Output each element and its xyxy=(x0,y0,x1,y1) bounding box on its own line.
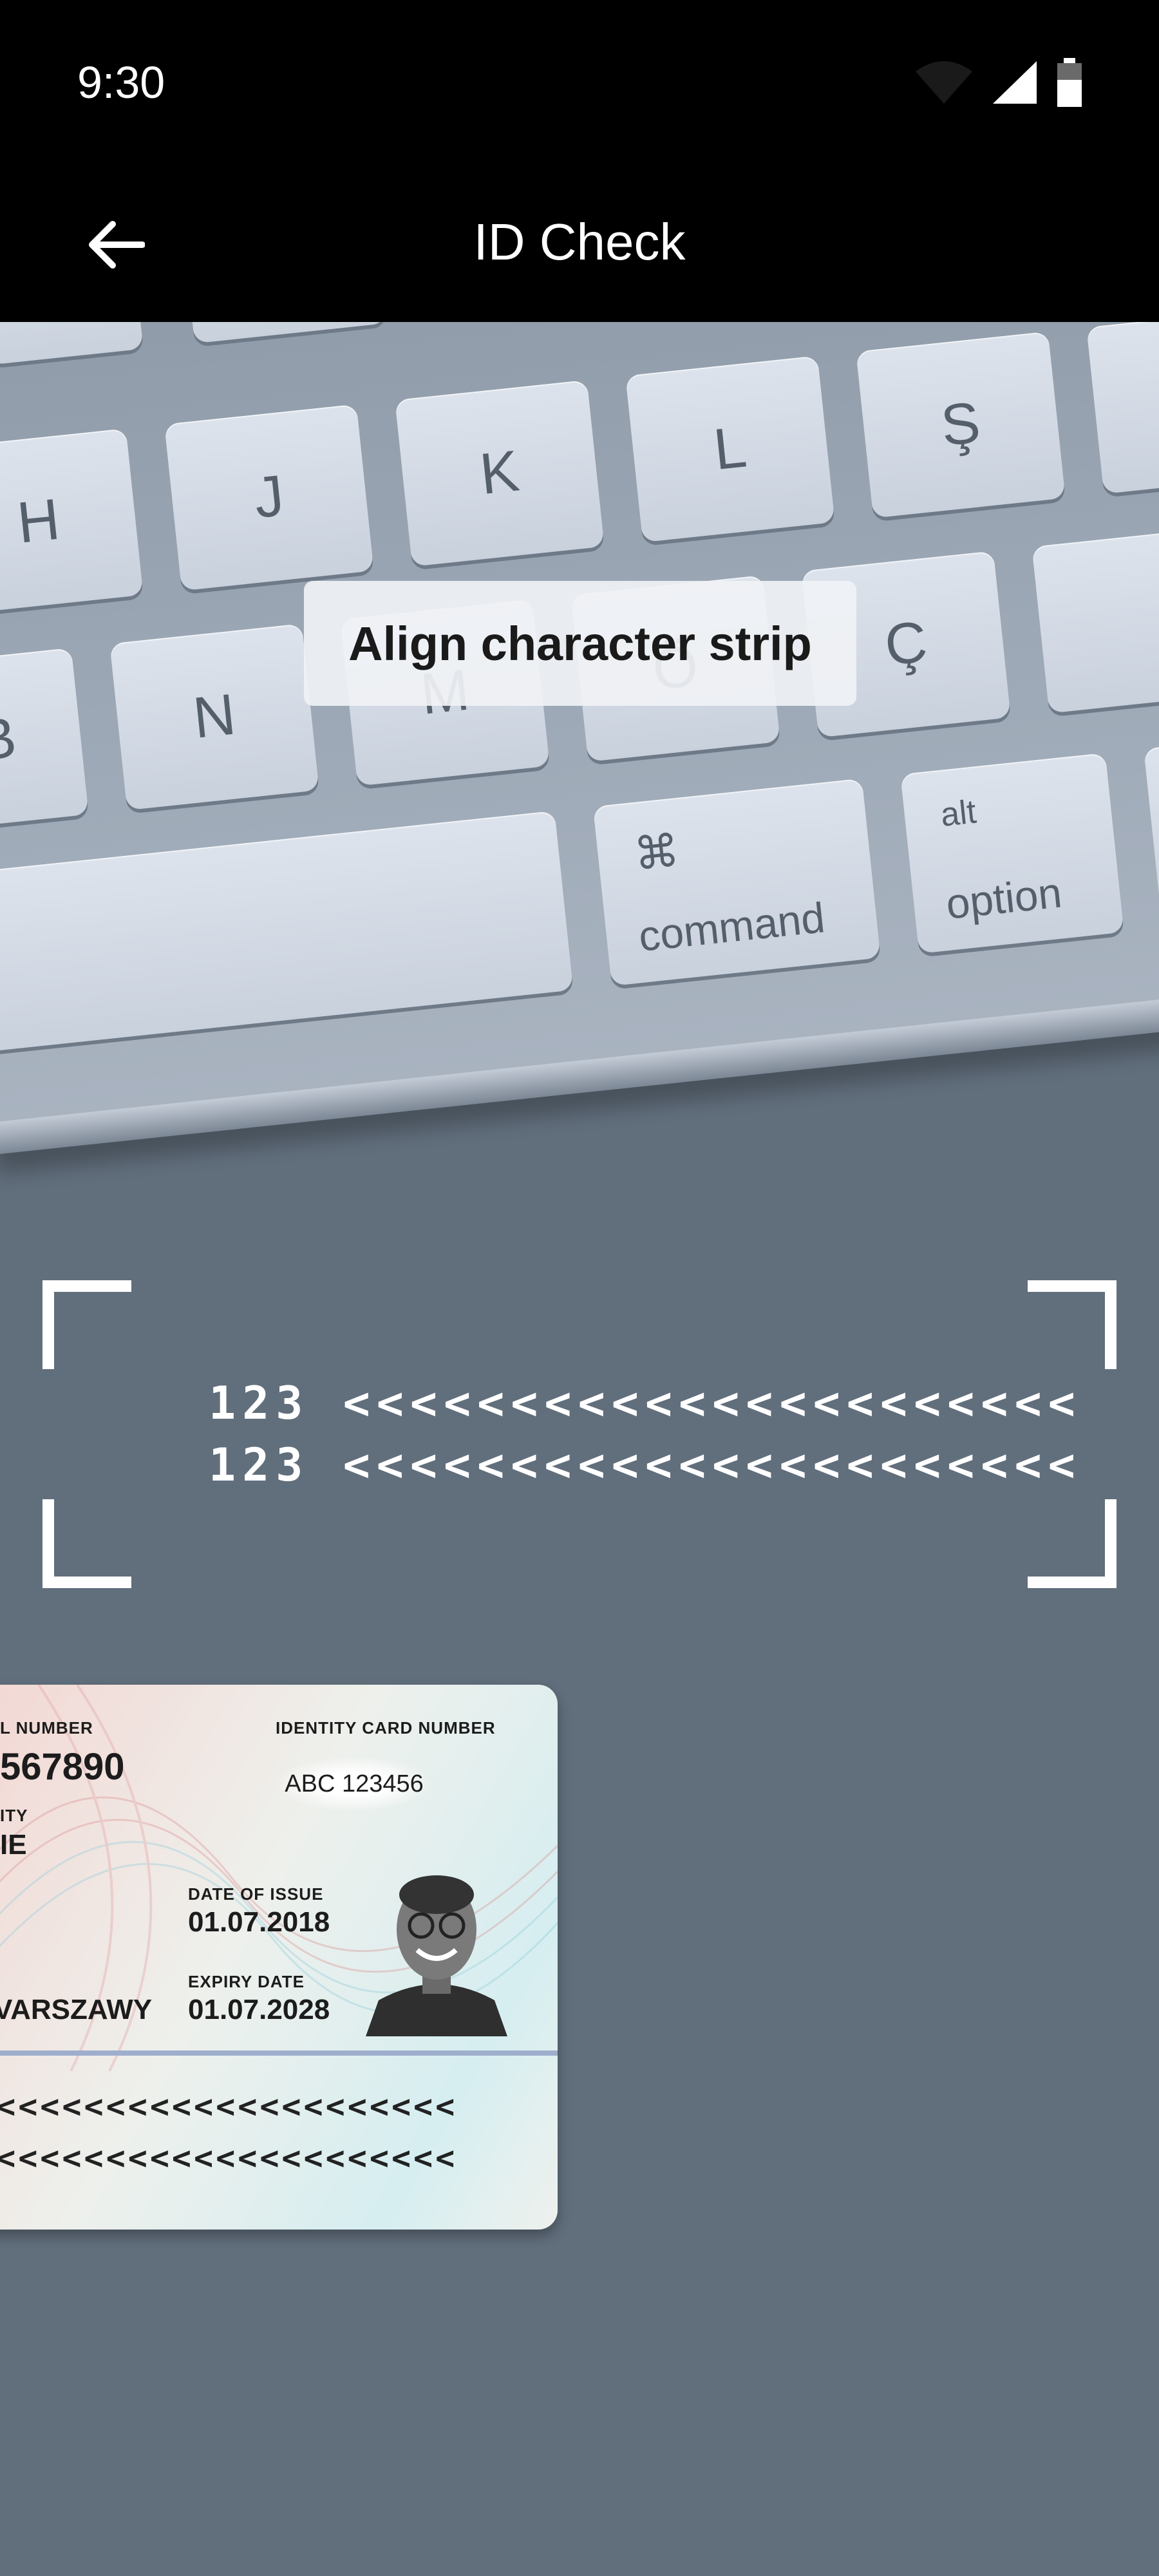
status-icons xyxy=(914,57,1083,108)
card-number-value: ABC 123456 xyxy=(277,1757,431,1811)
expiry-date-label: EXPIRY DATE xyxy=(188,1972,305,1991)
status-bar: 9:30 xyxy=(0,0,1159,161)
key-command: ⌘ command xyxy=(592,778,881,986)
card-number-label: IDENTITY CARD NUMBER xyxy=(276,1718,496,1738)
camera-preview: Y U H J K L Ş B N M Ö Ç ⌘ command alt op… xyxy=(0,322,1159,2576)
key-h: H xyxy=(0,428,144,616)
page-title: ID Check xyxy=(473,213,686,270)
wifi-icon xyxy=(916,61,972,104)
key-l: L xyxy=(625,355,835,543)
cellular-signal-icon xyxy=(993,61,1037,104)
card-divider xyxy=(0,2050,558,2056)
card-mrz-line-2: <<<<<<<<<<<<<<<<<<<<<< xyxy=(0,2139,458,2177)
expiry-date-value: 01.07.2028 xyxy=(188,1994,330,2025)
nationality-value: IE xyxy=(0,1829,27,1861)
key-s-cedilla: Ş xyxy=(856,331,1066,518)
key-j: J xyxy=(164,404,374,591)
frame-corner-bottom-left xyxy=(42,1499,131,1588)
battery-icon xyxy=(1057,58,1082,107)
portrait-photo xyxy=(366,1875,507,2036)
nationality-label: ITY xyxy=(0,1806,28,1825)
key-option: alt option xyxy=(900,752,1124,954)
personal-number-value: 567890 xyxy=(0,1746,125,1788)
card-mrz-line-1: <<<<<<<<<<<<<<<<<<<<<< xyxy=(0,2088,458,2125)
scan-frame: 123 <<<<<<<<<<<<<<<<<<<<<< 123 <<<<<<<<<… xyxy=(42,1280,1117,1588)
key-row3-end xyxy=(1032,526,1159,714)
example-id-card: L NUMBER 567890 ITY IE IDENTITY CARD NUM… xyxy=(0,1685,558,2230)
app-bar: ID Check xyxy=(0,161,1159,322)
place-of-issue-value: VARSZAWY xyxy=(0,1994,153,2025)
status-time: 9:30 xyxy=(77,57,165,108)
keyboard-photo: Y U H J K L Ş B N M Ö Ç ⌘ command alt op… xyxy=(0,322,1159,1155)
key-n: N xyxy=(109,623,319,811)
frame-corner-top-right xyxy=(1028,1280,1117,1369)
scanned-mrz-line-1: 123 <<<<<<<<<<<<<<<<<<<<<< xyxy=(209,1377,1082,1430)
frame-corner-top-left xyxy=(42,1280,131,1369)
issue-date-value: 01.07.2018 xyxy=(188,1906,330,1938)
scanned-mrz-line-2: 123 <<<<<<<<<<<<<<<<<<<<<< xyxy=(209,1439,1082,1492)
frame-corner-bottom-right xyxy=(1028,1499,1117,1588)
issue-date-label: DATE OF ISSUE xyxy=(188,1884,324,1904)
instruction-toast: Align character strip xyxy=(304,581,856,706)
personal-number-label: L NUMBER xyxy=(0,1718,93,1738)
key-k: K xyxy=(395,379,605,567)
